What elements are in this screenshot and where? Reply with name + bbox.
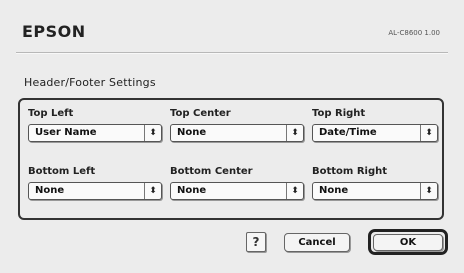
bottom-left-value: None (35, 185, 65, 196)
bottom-right-label: Bottom Right (312, 166, 388, 177)
top-center-label: Top Center (170, 108, 231, 119)
cancel-button-label: Cancel (298, 237, 336, 248)
bottom-center-value: None (177, 185, 207, 196)
updown-arrows-icon: ⬍ (144, 183, 161, 199)
header-footer-dialog: EPSON AL-C8600 1.00 Header/Footer Settin… (0, 0, 464, 273)
top-center-popup[interactable]: None ⬍ (170, 124, 304, 142)
bottom-right-popup[interactable]: None ⬍ (312, 182, 438, 200)
model-version: AL-C8600 1.00 (388, 29, 440, 37)
bottom-center-popup[interactable]: None ⬍ (170, 182, 304, 200)
field-bottom-center: Bottom Center None ⬍ (170, 166, 304, 200)
top-center-value: None (177, 127, 207, 138)
field-bottom-right: Bottom Right None ⬍ (312, 166, 438, 200)
updown-arrows-icon: ⬍ (420, 125, 437, 141)
bottom-center-label: Bottom Center (170, 166, 253, 177)
bottom-left-popup[interactable]: None ⬍ (28, 182, 162, 200)
top-left-value: User Name (35, 127, 97, 138)
top-right-value: Date/Time (319, 127, 377, 138)
updown-arrows-icon: ⬍ (420, 183, 437, 199)
cancel-button[interactable]: Cancel (284, 233, 350, 252)
help-icon: ? (252, 235, 260, 249)
bottom-right-value: None (319, 185, 349, 196)
field-top-right: Top Right Date/Time ⬍ (312, 108, 438, 142)
field-top-left: Top Left User Name ⬍ (28, 108, 162, 142)
brand-logo: EPSON (22, 22, 86, 41)
updown-arrows-icon: ⬍ (286, 125, 303, 141)
section-title: Header/Footer Settings (24, 76, 156, 89)
top-left-label: Top Left (28, 108, 74, 119)
updown-arrows-icon: ⬍ (286, 183, 303, 199)
top-left-popup[interactable]: User Name ⬍ (28, 124, 162, 142)
header-divider (16, 52, 448, 54)
header-footer-group: Top Left User Name ⬍ Top Center None ⬍ T… (18, 98, 444, 220)
ok-button-label: OK (399, 237, 417, 248)
field-top-center: Top Center None ⬍ (170, 108, 304, 142)
help-button[interactable]: ? (246, 232, 266, 252)
ok-button[interactable]: OK (373, 234, 443, 251)
field-bottom-left: Bottom Left None ⬍ (28, 166, 162, 200)
bottom-left-label: Bottom Left (28, 166, 96, 177)
top-right-popup[interactable]: Date/Time ⬍ (312, 124, 438, 142)
top-right-label: Top Right (312, 108, 366, 119)
updown-arrows-icon: ⬍ (144, 125, 161, 141)
